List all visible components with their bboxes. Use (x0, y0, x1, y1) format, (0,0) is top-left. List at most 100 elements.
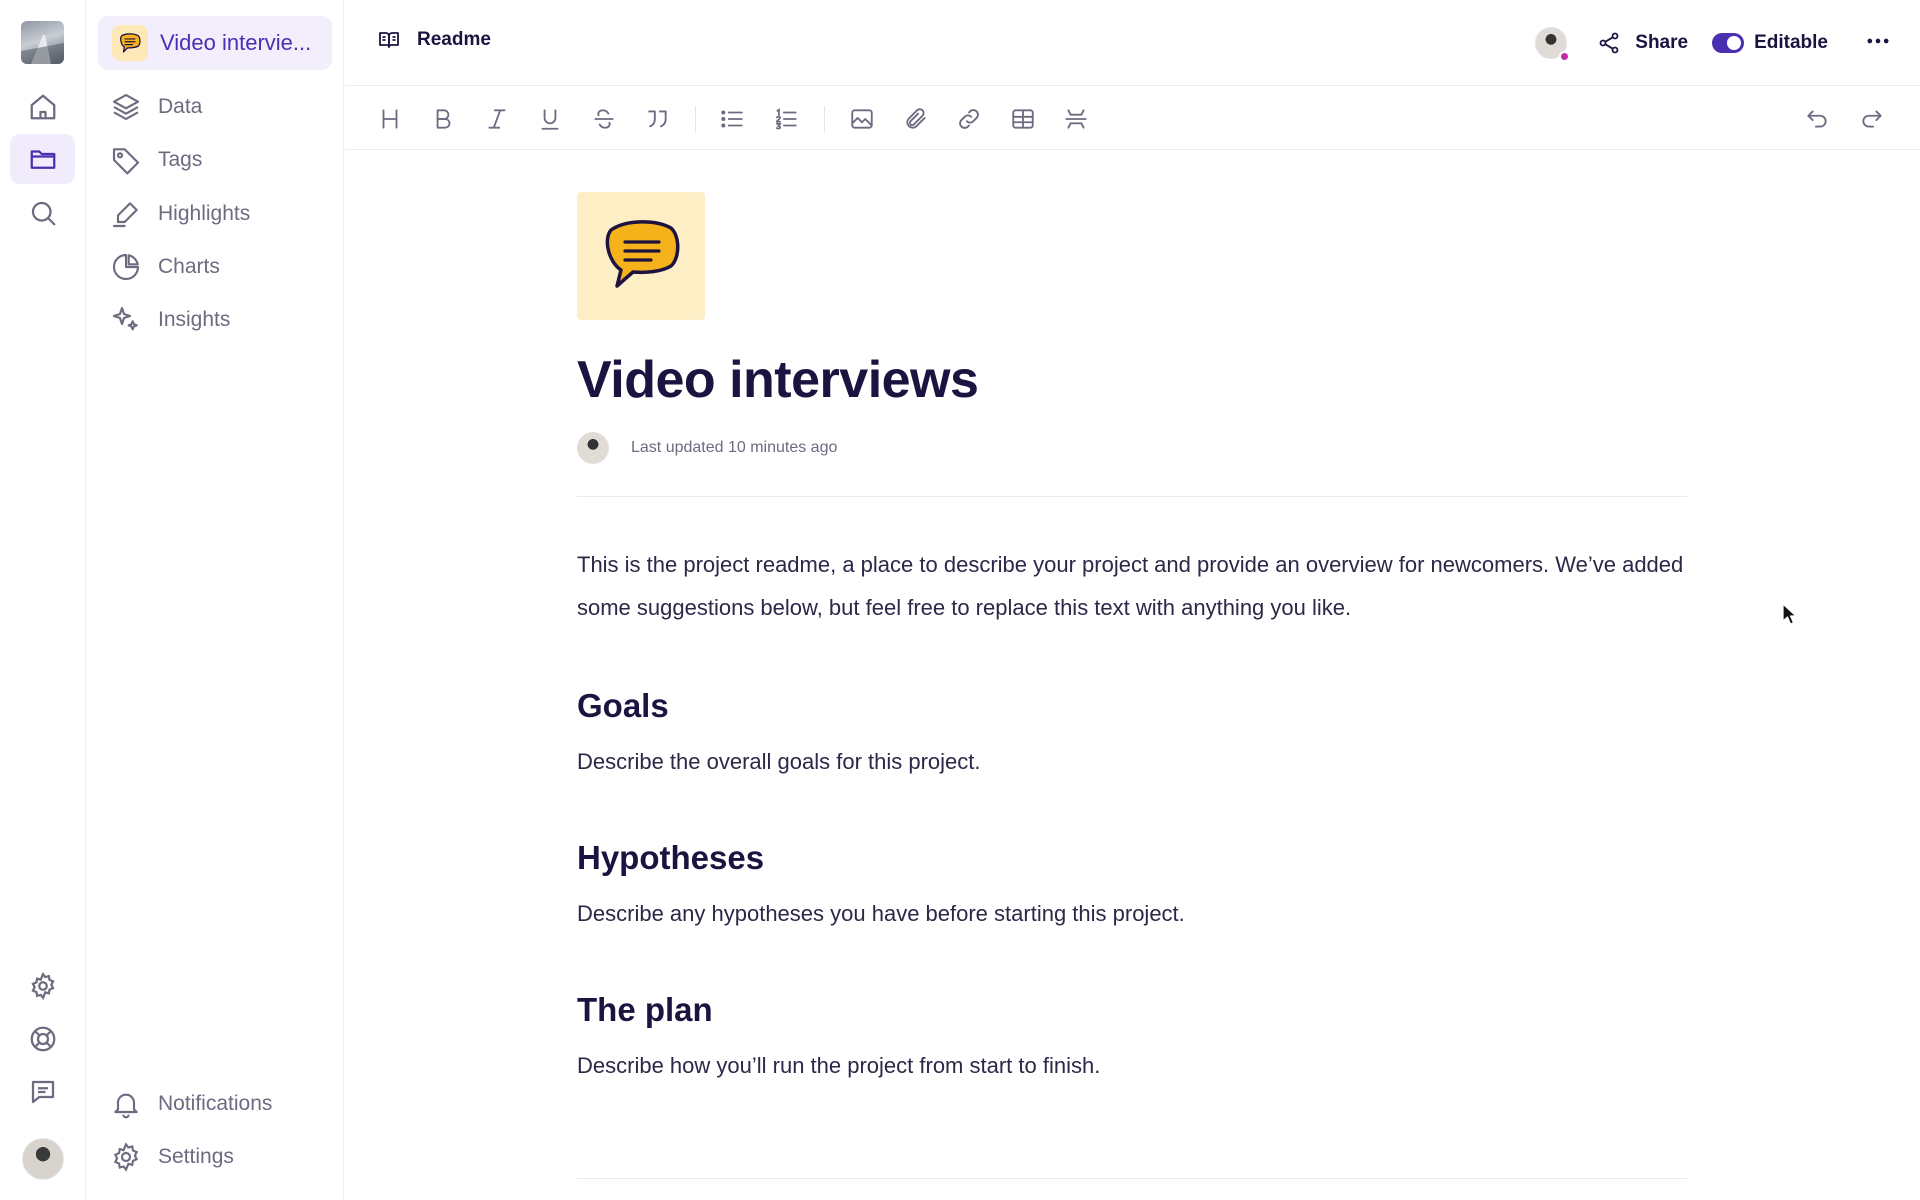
undo-button[interactable] (1800, 102, 1834, 136)
section-goals: Goals Describe the overall goals for thi… (577, 687, 1687, 775)
more-horizontal-icon (1867, 38, 1889, 43)
italic-icon (488, 109, 506, 129)
document-header: Readme Share Editable (345, 0, 1920, 86)
strikethrough-icon (594, 109, 614, 129)
sidebar-item-label: Notifications (158, 1092, 273, 1115)
italic-button[interactable] (480, 102, 514, 136)
section-the-plan: The plan Describe how you’ll run the pro… (577, 991, 1687, 1079)
lifebuoy-icon (30, 1026, 55, 1052)
toggle-switch[interactable] (1712, 33, 1745, 53)
section-body[interactable]: Describe the overall goals for this proj… (577, 749, 1687, 775)
project-name: Video intervie... (160, 30, 312, 55)
share-icon (1599, 32, 1619, 54)
chat-icon (31, 1080, 54, 1104)
numbered-list-icon (775, 108, 797, 130)
document-content: Video interviews Last updated 10 minutes… (577, 192, 1687, 1079)
section-heading[interactable]: The plan (577, 991, 1687, 1029)
quote-button[interactable] (640, 102, 674, 136)
tag-icon (112, 148, 140, 175)
strikethrough-button[interactable] (587, 102, 621, 136)
feedback-button[interactable] (10, 1067, 75, 1117)
gear-icon (113, 1142, 139, 1172)
numbered-list-button[interactable] (769, 102, 803, 136)
intro-paragraph[interactable]: This is the project readme, a place to d… (577, 543, 1687, 629)
image-button[interactable] (845, 102, 879, 136)
underline-button[interactable] (533, 102, 567, 136)
user-avatar[interactable] (22, 1138, 64, 1180)
search-icon (31, 201, 55, 226)
mouse-cursor-icon (1782, 603, 1797, 625)
help-button[interactable] (10, 1014, 75, 1064)
sidebar-item-settings[interactable]: Settings (110, 1137, 330, 1177)
section-hypotheses: Hypotheses Describe any hypotheses you h… (577, 839, 1687, 927)
divider-button[interactable] (1059, 102, 1093, 136)
section-heading[interactable]: Goals (577, 687, 1687, 725)
table-icon (1012, 109, 1034, 129)
search-nav-button[interactable] (10, 188, 75, 238)
heading-icon (382, 109, 398, 129)
link-button[interactable] (952, 102, 986, 136)
quote-icon (648, 110, 667, 128)
pie-chart-icon (112, 253, 140, 281)
formatting-toolbar (345, 86, 1920, 150)
redo-button[interactable] (1855, 102, 1889, 136)
bullet-list-button[interactable] (715, 102, 749, 136)
sidebar-item-label: Charts (158, 255, 220, 278)
icon-rail (0, 0, 86, 1200)
link-icon (959, 109, 979, 129)
sidebar-item-highlights[interactable]: Highlights (110, 194, 330, 234)
bell-icon (114, 1093, 138, 1119)
sidebar-item-notifications[interactable]: Notifications (110, 1084, 330, 1124)
table-button[interactable] (1006, 102, 1040, 136)
sidebar-item-label: Insights (158, 308, 231, 331)
sidebar-item-label: Highlights (158, 202, 251, 225)
bullet-list-icon (721, 110, 743, 128)
sidebar-item-data[interactable]: Data (110, 87, 330, 127)
section-heading[interactable]: Hypotheses (577, 839, 1687, 877)
home-icon (30, 94, 55, 120)
undo-icon (1807, 110, 1827, 128)
last-updated-text: Last updated 10 minutes ago (631, 439, 838, 456)
image-icon (851, 109, 873, 129)
underline-icon (541, 109, 559, 130)
speech-bubble-icon (605, 220, 680, 288)
sparkles-icon (112, 306, 138, 331)
doc-title: Readme (377, 28, 491, 52)
sidebar-item-tags[interactable]: Tags (110, 140, 330, 180)
speech-bubble-icon (112, 25, 148, 61)
project-switcher[interactable]: Video intervie... (98, 16, 332, 70)
bold-icon (436, 109, 451, 129)
workspace-logo[interactable] (21, 21, 64, 64)
author-avatar (577, 432, 609, 464)
bold-button[interactable] (426, 102, 460, 136)
sidebar-item-insights[interactable]: Insights (110, 300, 330, 340)
sidebar-item-charts[interactable]: Charts (110, 247, 330, 287)
highlighter-icon (112, 202, 138, 228)
attachment-button[interactable] (899, 102, 933, 136)
document-emoji[interactable] (577, 192, 705, 320)
section-body[interactable]: Describe how you’ll run the project from… (577, 1053, 1687, 1079)
sidebar-item-label: Tags (158, 148, 203, 171)
workspace-settings-button[interactable] (10, 961, 75, 1011)
header-actions: Share Editable (1535, 24, 1892, 62)
page-title[interactable]: Video interviews (577, 350, 1687, 410)
layers-icon (112, 93, 140, 121)
sidebar-item-label: Settings (158, 1145, 234, 1168)
heading-button[interactable] (373, 102, 407, 136)
divider (577, 1178, 1687, 1179)
home-nav-button[interactable] (10, 82, 75, 132)
share-label: Share (1635, 32, 1689, 53)
horizontal-rule-icon (1065, 109, 1087, 129)
editable-toggle[interactable]: Editable (1712, 32, 1828, 54)
share-button[interactable]: Share (1597, 31, 1688, 55)
sidebar-item-label: Data (158, 95, 203, 118)
presence-dot (1559, 51, 1571, 62)
folder-icon (30, 150, 55, 169)
collaborator-avatar[interactable] (1535, 27, 1571, 62)
section-body[interactable]: Describe any hypotheses you have before … (577, 901, 1687, 927)
toolbar-divider (824, 106, 825, 132)
editable-label: Editable (1754, 32, 1828, 53)
more-options-button[interactable] (1864, 27, 1892, 60)
last-updated-row: Last updated 10 minutes ago (577, 432, 1687, 464)
projects-nav-button[interactable] (10, 134, 75, 184)
